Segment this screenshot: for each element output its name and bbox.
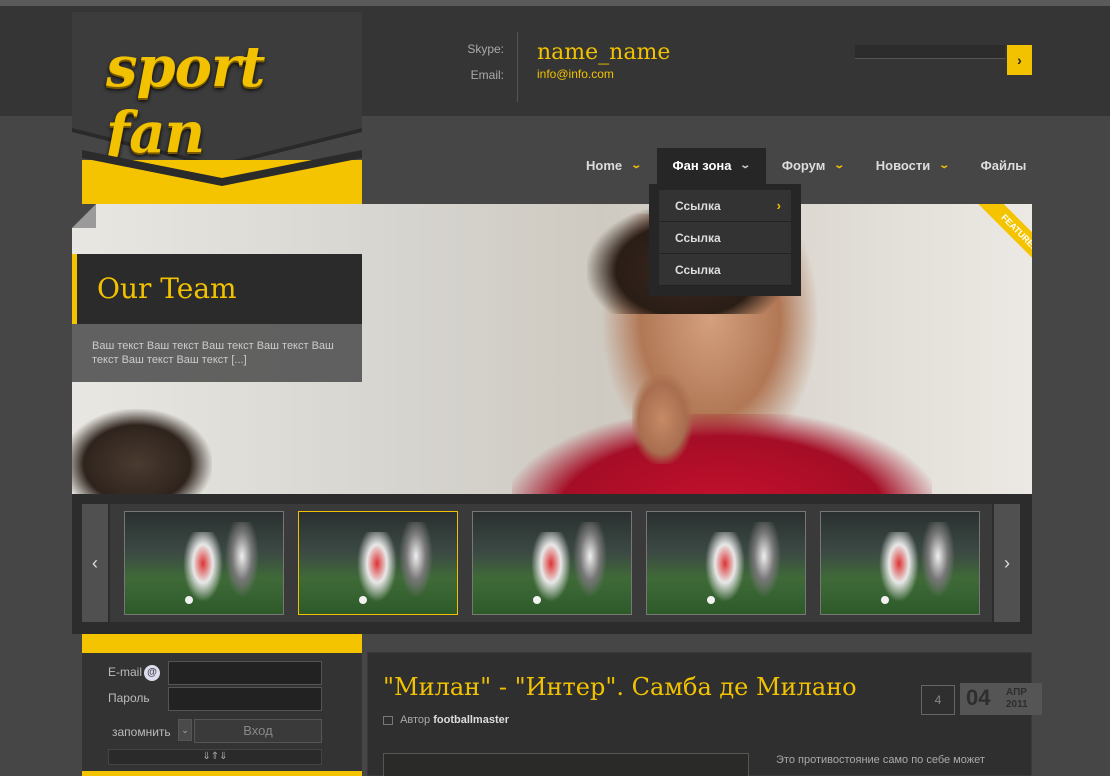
password-field-label: Пароль	[108, 691, 150, 705]
nav-item-home[interactable]: Home ⌄	[570, 148, 657, 184]
author-prefix: Автор	[400, 714, 431, 726]
carousel-next-button[interactable]: ›	[994, 504, 1020, 622]
thumbnail-player	[357, 532, 397, 602]
logo-panel: sport fan	[72, 12, 362, 166]
at-icon: @	[144, 665, 160, 681]
fan-zone-dropdown: Ссылка › Ссылка Ссылка	[649, 184, 801, 296]
ball-icon	[359, 596, 367, 604]
thumbnail-strip	[110, 504, 992, 622]
thumbnail-player	[747, 522, 781, 598]
search-button[interactable]: ›	[1007, 45, 1032, 75]
slider-fold-corner	[72, 204, 96, 228]
slide-image-player-hand	[632, 374, 692, 464]
date-day: 04	[966, 685, 991, 710]
ball-icon	[881, 596, 889, 604]
thumbnail-carousel: ‹ ›	[72, 494, 1032, 634]
dropdown-item-label: Ссылка	[675, 199, 721, 213]
thumbnail-player	[399, 522, 433, 598]
thumbnail[interactable]	[646, 511, 806, 615]
login-form: E-mail @ Пароль запомнить ⌄ Вход ⇓⇑⇓	[82, 650, 362, 776]
slide-caption-text: Ваш текст Ваш текст Ваш текст Ваш текст …	[72, 324, 362, 382]
author-icon	[383, 715, 393, 725]
login-button[interactable]: Вход	[194, 719, 322, 743]
nav-label: Новости	[875, 158, 931, 173]
skype-value: name_name	[537, 40, 671, 65]
article-card: "Милан" - "Интер". Самба де Милано Автор…	[367, 652, 1042, 776]
slide-caption-title-box: Our Team	[72, 254, 362, 324]
nav-item-fan-zone[interactable]: Фан зона ⌄	[656, 148, 766, 184]
ball-icon	[707, 596, 715, 604]
login-bottom-band	[82, 771, 362, 776]
nav-label: Форум	[781, 158, 826, 173]
chevron-down-icon: ⌄	[181, 725, 189, 735]
article-author: Автор footballmaster	[383, 714, 509, 726]
email-label: Email:	[470, 68, 504, 82]
thumbnail-player	[183, 532, 223, 602]
dropdown-item-label: Ссылка	[675, 263, 721, 277]
thumbnail[interactable]	[472, 511, 632, 615]
thumbnail-player	[921, 522, 955, 598]
nav-item-forum[interactable]: Форум ⌄	[766, 148, 860, 184]
carousel-prev-button[interactable]: ‹	[82, 504, 108, 622]
email-field[interactable]	[168, 661, 322, 685]
date-year: 2011	[1006, 699, 1028, 710]
contact-values: name_name info@info.com	[537, 40, 670, 81]
dropdown-item[interactable]: Ссылка	[659, 254, 791, 286]
contact-divider	[517, 32, 518, 102]
logo-ribbon-shadow	[82, 150, 362, 186]
nav-label: Home	[586, 158, 623, 173]
thumbnail-player	[225, 522, 259, 598]
thumbnail[interactable]	[820, 511, 980, 615]
search-input[interactable]	[855, 45, 1005, 59]
article-image[interactable]	[383, 753, 749, 776]
password-field[interactable]	[168, 687, 322, 711]
featured-badge: FEATURED	[978, 204, 1032, 274]
ball-icon	[185, 596, 193, 604]
author-name[interactable]: footballmaster	[433, 714, 509, 726]
featured-badge-clip: FEATURED	[962, 204, 1032, 274]
dropdown-item[interactable]: Ссылка	[659, 222, 791, 254]
chevron-left-icon: ‹	[92, 553, 98, 573]
chevron-down-icon: ⌄	[833, 160, 846, 171]
nav-label: Файлы	[980, 158, 1027, 173]
slide-image-player-shirt	[512, 414, 932, 494]
main-nav: Home ⌄ Фан зона ⌄ Форум ⌄ Новости ⌄ Файл…	[570, 148, 1042, 184]
chevron-down-icon: ⌄	[938, 160, 951, 171]
chevron-right-icon: ›	[1004, 553, 1010, 573]
chevron-down-icon: ⌄	[739, 160, 752, 171]
remember-label: запомнить	[112, 725, 171, 739]
site-header: sport fan Skype: Email: name_name info@i…	[0, 0, 1110, 166]
site-logo[interactable]: sport fan	[106, 34, 362, 166]
date-month: АПР	[1006, 687, 1027, 698]
slide-caption-title[interactable]: Our Team	[97, 272, 237, 305]
thumbnail[interactable]	[124, 511, 284, 615]
contact-labels: Skype: Email:	[440, 36, 520, 88]
thumbnail-player	[531, 532, 571, 602]
login-options-toggle[interactable]: ⇓⇑⇓	[108, 749, 322, 765]
article-title[interactable]: "Милан" - "Интер". Самба де Милано	[383, 673, 857, 701]
thumbnail-selected[interactable]	[298, 511, 458, 615]
nav-item-news[interactable]: Новости ⌄	[860, 148, 965, 184]
slide-image-background-player	[72, 409, 212, 494]
comment-count[interactable]: 4	[921, 685, 955, 715]
login-yellow-band	[82, 634, 362, 650]
skype-label: Skype:	[467, 42, 504, 56]
chevron-right-icon: ›	[776, 198, 781, 213]
remember-checkbox[interactable]: ⌄	[178, 719, 192, 741]
nav-label: Фан зона	[672, 158, 732, 173]
ball-icon	[533, 596, 541, 604]
email-value[interactable]: info@info.com	[537, 67, 670, 81]
thumbnail-player	[879, 532, 919, 602]
nav-item-files[interactable]: Файлы	[965, 148, 1043, 184]
article-excerpt: Это противостояние само по себе может	[776, 754, 985, 766]
thumbnail-player	[573, 522, 607, 598]
email-field-label: E-mail	[108, 665, 143, 679]
article-date: 04 АПР 2011	[960, 683, 1042, 715]
dropdown-item-label: Ссылка	[675, 231, 721, 245]
chevron-right-icon: ›	[1017, 52, 1022, 68]
dropdown-item[interactable]: Ссылка ›	[659, 190, 791, 222]
thumbnail-player	[705, 532, 745, 602]
chevron-down-icon: ⌄	[630, 160, 643, 171]
